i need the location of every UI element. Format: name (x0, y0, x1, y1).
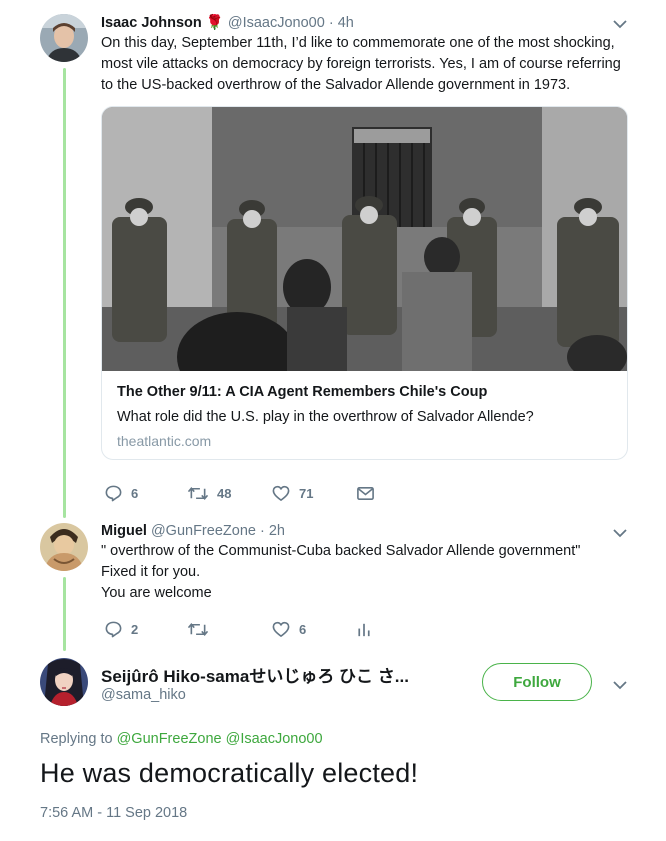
like-count: 71 (299, 485, 314, 501)
reply-icon (105, 485, 122, 501)
mention-link[interactable]: @GunFreeZone (117, 731, 222, 747)
card-description: What role did the U.S. play in the overt… (117, 409, 534, 425)
dm-button[interactable] (356, 483, 375, 503)
envelope-icon (357, 486, 374, 500)
tweet-text-line: to the US-backed overthrow of the Salvad… (101, 77, 571, 93)
reply-count: 2 (131, 621, 139, 637)
tweet-header: Isaac Johnson 🌹 @IsaacJono00 · 4h (101, 14, 354, 31)
card-image (102, 107, 627, 371)
replying-label: Replying to (40, 731, 113, 747)
author-name[interactable]: Isaac Johnson (101, 15, 202, 31)
chevron-down-icon[interactable] (611, 17, 629, 31)
tweet-text-line: You are welcome (101, 585, 212, 601)
author-handle[interactable]: @IsaacJono00 (228, 15, 325, 31)
avatar-miguel[interactable] (40, 523, 88, 571)
reply-button[interactable]: 2 (104, 619, 138, 639)
like-count: 6 (299, 621, 307, 637)
card-title[interactable]: The Other 9/11: A CIA Agent Remembers Ch… (117, 384, 487, 400)
author-handle[interactable]: @GunFreeZone (151, 523, 256, 539)
retweet-button[interactable]: 48 (187, 483, 231, 503)
like-button[interactable]: 6 (271, 619, 306, 639)
heart-icon (272, 485, 290, 501)
replying-to: Replying to @GunFreeZone @IsaacJono00 (40, 731, 323, 747)
avatar-isaac[interactable] (40, 14, 88, 62)
author-handle[interactable]: @sama_hiko (101, 687, 186, 703)
mention-link[interactable]: @IsaacJono00 (226, 731, 323, 747)
tweet-timestamp[interactable]: 7:56 AM - 11 Sep 2018 (40, 805, 187, 821)
tweet-time[interactable]: 2h (269, 523, 285, 539)
analytics-icon (358, 623, 370, 636)
analytics-button[interactable] (356, 619, 372, 639)
retweet-icon (187, 486, 209, 500)
tweet-text: On this day, September 11th, I’d like to… (101, 33, 631, 96)
avatar-hiko[interactable] (40, 658, 88, 706)
tweet-time[interactable]: 4h (338, 15, 354, 31)
tweet-miguel: Miguel @GunFreeZone · 2h " overthrow of … (0, 515, 666, 655)
tweet-text-line: " overthrow of the Communist-Cuba backed… (101, 543, 581, 559)
link-card[interactable]: The Other 9/11: A CIA Agent Remembers Ch… (101, 106, 628, 460)
author-name[interactable]: Miguel (101, 523, 147, 539)
tweet-text-line: most vile attacks on democracy by foreig… (101, 56, 621, 72)
tweet-text: He was democratically elected! (40, 758, 419, 788)
separator-dot: · (259, 523, 265, 539)
card-domain: theatlantic.com (117, 433, 212, 449)
retweet-icon (187, 622, 209, 636)
author-name[interactable]: Seijûrô Hiko-samaせいじゅろ ひこ さ... (101, 662, 409, 687)
reply-icon (105, 621, 122, 637)
retweet-button[interactable] (187, 619, 209, 639)
tweet-text-line: On this day, September 11th, I’d like to… (101, 35, 615, 51)
reply-count: 6 (131, 485, 139, 501)
tweet-isaac: Isaac Johnson 🌹 @IsaacJono00 · 4h On thi… (0, 0, 666, 515)
reply-button[interactable]: 6 (104, 483, 138, 503)
heart-icon (272, 621, 290, 637)
chevron-down-icon[interactable] (611, 526, 629, 540)
like-button[interactable]: 71 (271, 483, 313, 503)
chevron-down-icon[interactable] (611, 678, 629, 692)
rose-emoji: 🌹 (205, 15, 224, 31)
follow-button[interactable]: Follow (482, 663, 592, 701)
tweet-header: Miguel @GunFreeZone · 2h (101, 523, 285, 539)
tweet-text: " overthrow of the Communist-Cuba backed… (101, 541, 631, 604)
separator-dot: · (328, 15, 334, 31)
tweet-text-line: Fixed it for you. (101, 564, 201, 580)
retweet-count: 48 (217, 485, 232, 501)
